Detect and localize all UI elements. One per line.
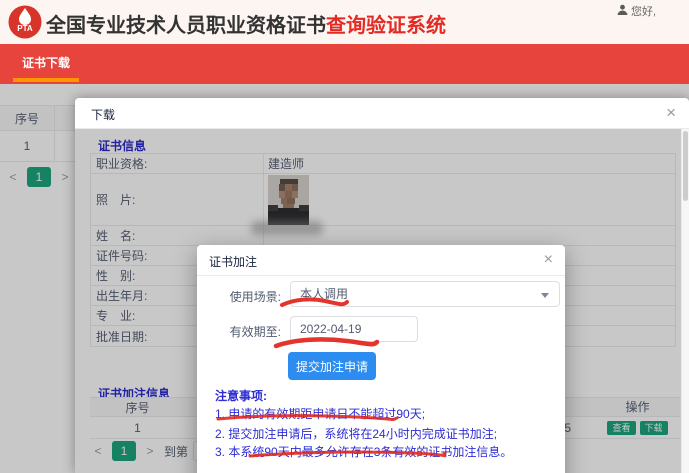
page-title-black: 全国专业技术人员职业资格证书 [46, 15, 326, 37]
valid-until-input[interactable] [290, 316, 418, 342]
chevron-down-icon [541, 293, 549, 298]
pta-logo-icon: PTA [8, 5, 42, 39]
use-scene-value: 本人调用 [300, 287, 348, 301]
note-line-1: 1. 申请的有效期距申请日不能超过90天; [215, 405, 425, 422]
main-nav: 证书下载 [0, 44, 689, 84]
annotation-modal-close-icon[interactable]: × [544, 249, 553, 271]
user-icon [617, 4, 628, 18]
download-modal-close-icon[interactable]: × [666, 102, 676, 124]
tab-cert-download[interactable]: 证书下载 [13, 44, 79, 84]
page-title-red: 查询验证系统 [326, 15, 446, 37]
note-line-2: 2. 提交加注申请后，系统将在24小时内完成证书加注; [215, 425, 497, 442]
annotation-modal-header: 证书加注 × [197, 245, 565, 276]
screen: PTA 全国专业技术人员职业资格证书查询验证系统 您好, 证书下载 序号 1 [0, 0, 689, 473]
download-modal-header: 下载 × [75, 98, 689, 129]
annotation-modal: 证书加注 × 使用场景: 本人调用 有效期至: 提交加注申请 注意事项: 1. … [197, 245, 565, 473]
valid-until-label: 有效期至: [225, 323, 281, 340]
user-greeting[interactable]: 您好, [617, 3, 656, 19]
tab-cert-download-label: 证书下载 [22, 56, 70, 70]
scrollbar-thumb[interactable] [683, 131, 688, 201]
notes-title: 注意事项: [215, 387, 267, 404]
note-line-3: 3. 本系统90天内最多允许存在3条有效的证书加注信息。 [215, 443, 512, 460]
submit-annotation-button[interactable]: 提交加注申请 [288, 352, 376, 380]
use-scene-label: 使用场景: [225, 288, 281, 305]
annotation-modal-title: 证书加注 [209, 253, 257, 270]
download-modal-title: 下载 [91, 106, 115, 123]
modal-scrollbar [681, 129, 689, 473]
active-tab-underline [13, 78, 79, 82]
logo-text: PTA [17, 24, 33, 33]
user-greeting-text: 您好, [631, 3, 656, 19]
use-scene-select[interactable]: 本人调用 [290, 281, 560, 307]
app-header: PTA 全国专业技术人员职业资格证书查询验证系统 您好, [0, 0, 689, 44]
page-title: 全国专业技术人员职业资格证书查询验证系统 [46, 9, 446, 38]
